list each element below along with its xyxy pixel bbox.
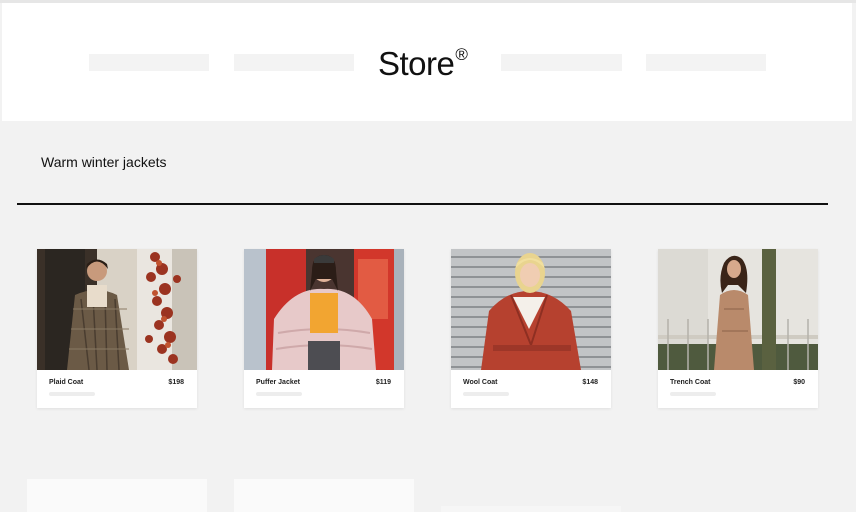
product-subtitle-placeholder [49,392,95,396]
nav-item-placeholder[interactable] [646,54,766,71]
store-logo[interactable]: Store® [378,45,468,83]
product-card-placeholder [234,479,414,512]
product-subtitle-placeholder [670,392,716,396]
product-name[interactable]: Wool Coat [463,379,497,386]
registered-mark: ® [455,45,468,64]
product-card[interactable]: Puffer Jacket $119 [244,249,404,408]
nav-item-placeholder[interactable] [234,54,354,71]
product-image[interactable] [658,249,818,370]
product-name[interactable]: Plaid Coat [49,379,83,386]
product-price: $119 [375,379,391,386]
section-divider [17,203,828,205]
product-image[interactable] [244,249,404,370]
product-card[interactable]: Plaid Coat $198 [37,249,197,408]
logo-text: Store [378,45,455,82]
product-price: $90 [793,379,805,386]
product-image[interactable] [451,249,611,370]
section-title: Warm winter jackets [41,154,167,170]
product-card-placeholder [27,479,207,512]
product-subtitle-placeholder [463,392,509,396]
nav-item-placeholder[interactable] [89,54,209,71]
product-card[interactable]: Trench Coat $90 [658,249,818,408]
product-price: $198 [168,379,184,386]
nav-item-placeholder[interactable] [501,54,622,71]
product-card[interactable]: Wool Coat $148 [451,249,611,408]
product-subtitle-placeholder [256,392,302,396]
product-card-placeholder [441,506,621,512]
product-name[interactable]: Puffer Jacket [256,379,300,386]
product-image[interactable] [37,249,197,370]
product-price: $148 [582,379,598,386]
product-name[interactable]: Trench Coat [670,379,710,386]
site-header: Store® [2,3,852,121]
